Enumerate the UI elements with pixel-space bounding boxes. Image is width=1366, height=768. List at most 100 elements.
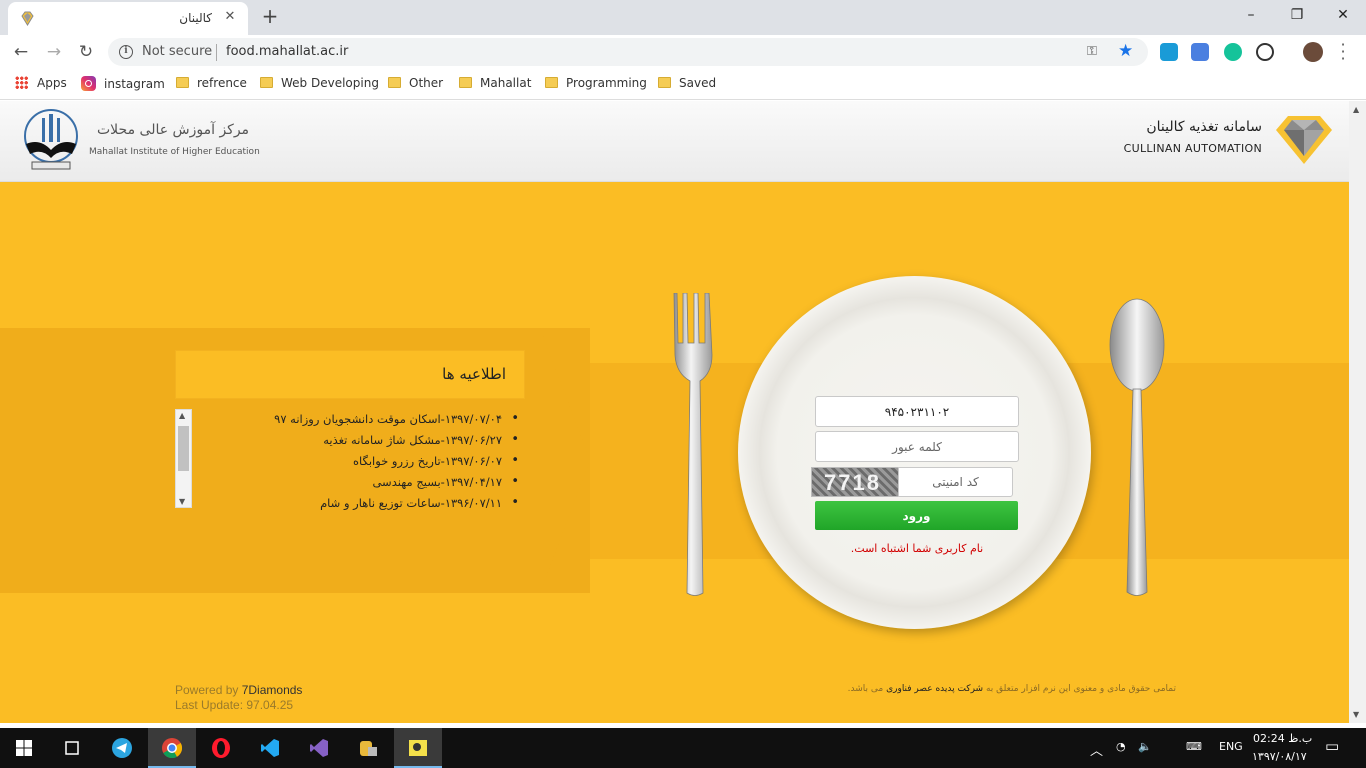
bookmark-programming[interactable]: Programming [545,76,647,94]
last-update: Last Update: 97.04.25 [175,698,294,712]
folder-icon [260,77,273,88]
news-scroll-thumb[interactable] [178,426,189,471]
active-app-taskbar-button[interactable] [394,728,442,768]
bookmark-mahallat[interactable]: Mahallat [459,76,531,94]
translate-icon[interactable] [1191,43,1209,61]
scroll-up-icon[interactable]: ▲ [1353,105,1359,114]
university-name-fa: مرکز آموزش عالی محلات [97,122,250,138]
login-button[interactable]: ورود [815,501,1018,530]
folder-icon [545,77,558,88]
telegram-taskbar-button[interactable] [98,728,146,768]
task-view-button[interactable] [48,728,96,768]
company-link[interactable]: شرکت پدیده عصر فناوری [886,684,983,694]
scroll-down-icon[interactable]: ▼ [1353,710,1359,719]
info-icon[interactable]: i [119,45,133,59]
system-name-en: CULLINAN AUTOMATION [1123,142,1262,155]
bookmarks-bar: Apps instagram refrence Web Developing O… [0,69,1366,100]
news-item[interactable]: ۱۳۹۷/۰۶/۰۷-تاریخ رزرو خوابگاه [200,453,519,475]
vscode-icon [261,739,279,757]
login-error-message: نام کاربری شما اشتباه است. [850,542,984,555]
powered-by-link[interactable]: 7Diamonds [242,683,303,697]
bookmark-apps[interactable]: Apps [15,76,67,94]
security-status[interactable]: Not secure [142,44,212,59]
copyright-notice: تمامی حقوق مادی و معنوی این نرم افزار مت… [847,684,1176,694]
spoon-image [1109,298,1165,596]
language-indicator[interactable]: ENG [1219,740,1243,753]
close-window-button[interactable]: ✕ [1320,0,1366,30]
page-scrollbar[interactable]: ▲ ▼ [1349,101,1366,723]
address-bar[interactable]: i Not secure food.mahallat.ac.ir ⚿ ★ [108,38,1148,66]
cullinan-diamond-logo-icon [1276,116,1332,164]
instagram-icon [81,76,96,91]
news-panel-header: اطلاعیه ها [175,350,525,399]
key-icon[interactable]: ⚿ [1087,44,1105,60]
captcha-code: 7718 [824,470,881,495]
news-scrollbar[interactable]: ▲ ▼ [175,409,192,508]
bookmark-star-icon[interactable]: ★ [1118,41,1133,61]
bookmark-other[interactable]: Other [388,76,443,94]
captcha-input[interactable] [898,467,1013,497]
app-icon [409,740,427,756]
site-header: مرکز آموزش عالی محلات Mahallat Institute… [0,101,1349,182]
powered-by: Powered by 7Diamonds [175,683,303,697]
restore-button[interactable]: ❐ [1274,0,1320,30]
folder-icon [459,77,472,88]
apps-grid-icon [15,76,28,89]
keyboard-icon[interactable]: ⌨ [1186,740,1202,753]
profile-avatar[interactable] [1303,42,1323,62]
grammarly-icon[interactable] [1224,43,1242,61]
wifi-icon[interactable]: ◔ [1116,740,1126,753]
database-tool-icon [360,741,377,756]
news-band-arrow [540,328,590,593]
extension-save-icon[interactable] [1160,43,1178,61]
clock-time[interactable]: ب.ظ 02:24 [1253,732,1312,745]
browser-tab[interactable]: کالینان ✕ [8,2,248,35]
telegram-icon [112,738,132,758]
start-button[interactable] [0,728,48,768]
university-logo-icon [24,109,78,170]
bookmark-saved[interactable]: Saved [658,76,716,94]
fork-image [673,293,713,596]
username-input[interactable] [815,396,1019,427]
tray-overflow-icon[interactable]: ︿ [1090,740,1103,759]
folder-icon [176,77,189,88]
news-item[interactable]: ۱۳۹۷/۰۶/۲۷-مشکل شاژ سامانه تغذیه [200,432,519,454]
url-text[interactable]: food.mahallat.ac.ir [226,44,348,59]
news-item[interactable]: ۱۳۹۶/۰۷/۱۱-ساعات توزیع ناهار و شام [200,495,519,517]
forward-arrow-icon[interactable]: → [42,40,66,64]
new-tab-button[interactable]: + [259,5,281,27]
back-arrow-icon[interactable]: ← [9,40,33,64]
scroll-down-icon[interactable]: ▼ [179,497,185,506]
news-item[interactable]: ۱۳۹۷/۰۷/۰۴-اسکان موقت دانشجویان روزانه ۹… [200,411,519,433]
tab-title: کالینان [179,11,212,25]
opera-icon [212,738,230,758]
tab-close-icon[interactable]: ✕ [222,9,238,25]
vscode-taskbar-button[interactable] [246,728,294,768]
folder-icon [658,77,671,88]
notifications-icon[interactable]: ▭ [1325,737,1339,755]
volume-icon[interactable]: 🔈 [1138,740,1152,753]
news-list: ۱۳۹۷/۰۷/۰۴-اسکان موقت دانشجویان روزانه ۹… [200,411,519,517]
windows-taskbar: ︿ ◔ 🔈 ⌨ ENG ب.ظ 02:24 ۱۳۹۷/۰۸/۱۷ ▭ [0,728,1366,768]
opera-taskbar-button[interactable] [197,728,245,768]
bookmark-refrence[interactable]: refrence [176,76,247,94]
browser-toolbar: ← → ↻ i Not secure food.mahallat.ac.ir ⚿… [0,35,1366,69]
chrome-icon [162,738,182,758]
news-title: اطلاعیه ها [442,365,506,383]
bookmark-web-developing[interactable]: Web Developing [260,76,379,94]
extension-link-icon[interactable] [1256,43,1274,61]
windows-logo-icon [16,740,32,756]
bookmark-instagram[interactable]: instagram [81,76,165,94]
scroll-up-icon[interactable]: ▲ [179,411,185,420]
page-content: مرکز آموزش عالی محلات Mahallat Institute… [0,101,1349,723]
clock-date[interactable]: ۱۳۹۷/۰۸/۱۷ [1252,750,1307,763]
task-view-icon [65,741,79,755]
password-input[interactable] [815,431,1019,462]
news-item[interactable]: ۱۳۹۷/۰۴/۱۷-بسیج مهندسی [200,474,519,496]
visual-studio-taskbar-button[interactable] [295,728,343,768]
browser-menu-icon[interactable]: · · · [1338,37,1348,67]
chrome-taskbar-button[interactable] [148,728,196,768]
sql-tool-taskbar-button[interactable] [344,728,392,768]
minimize-button[interactable]: – [1228,0,1274,30]
reload-icon[interactable]: ↻ [74,40,98,64]
